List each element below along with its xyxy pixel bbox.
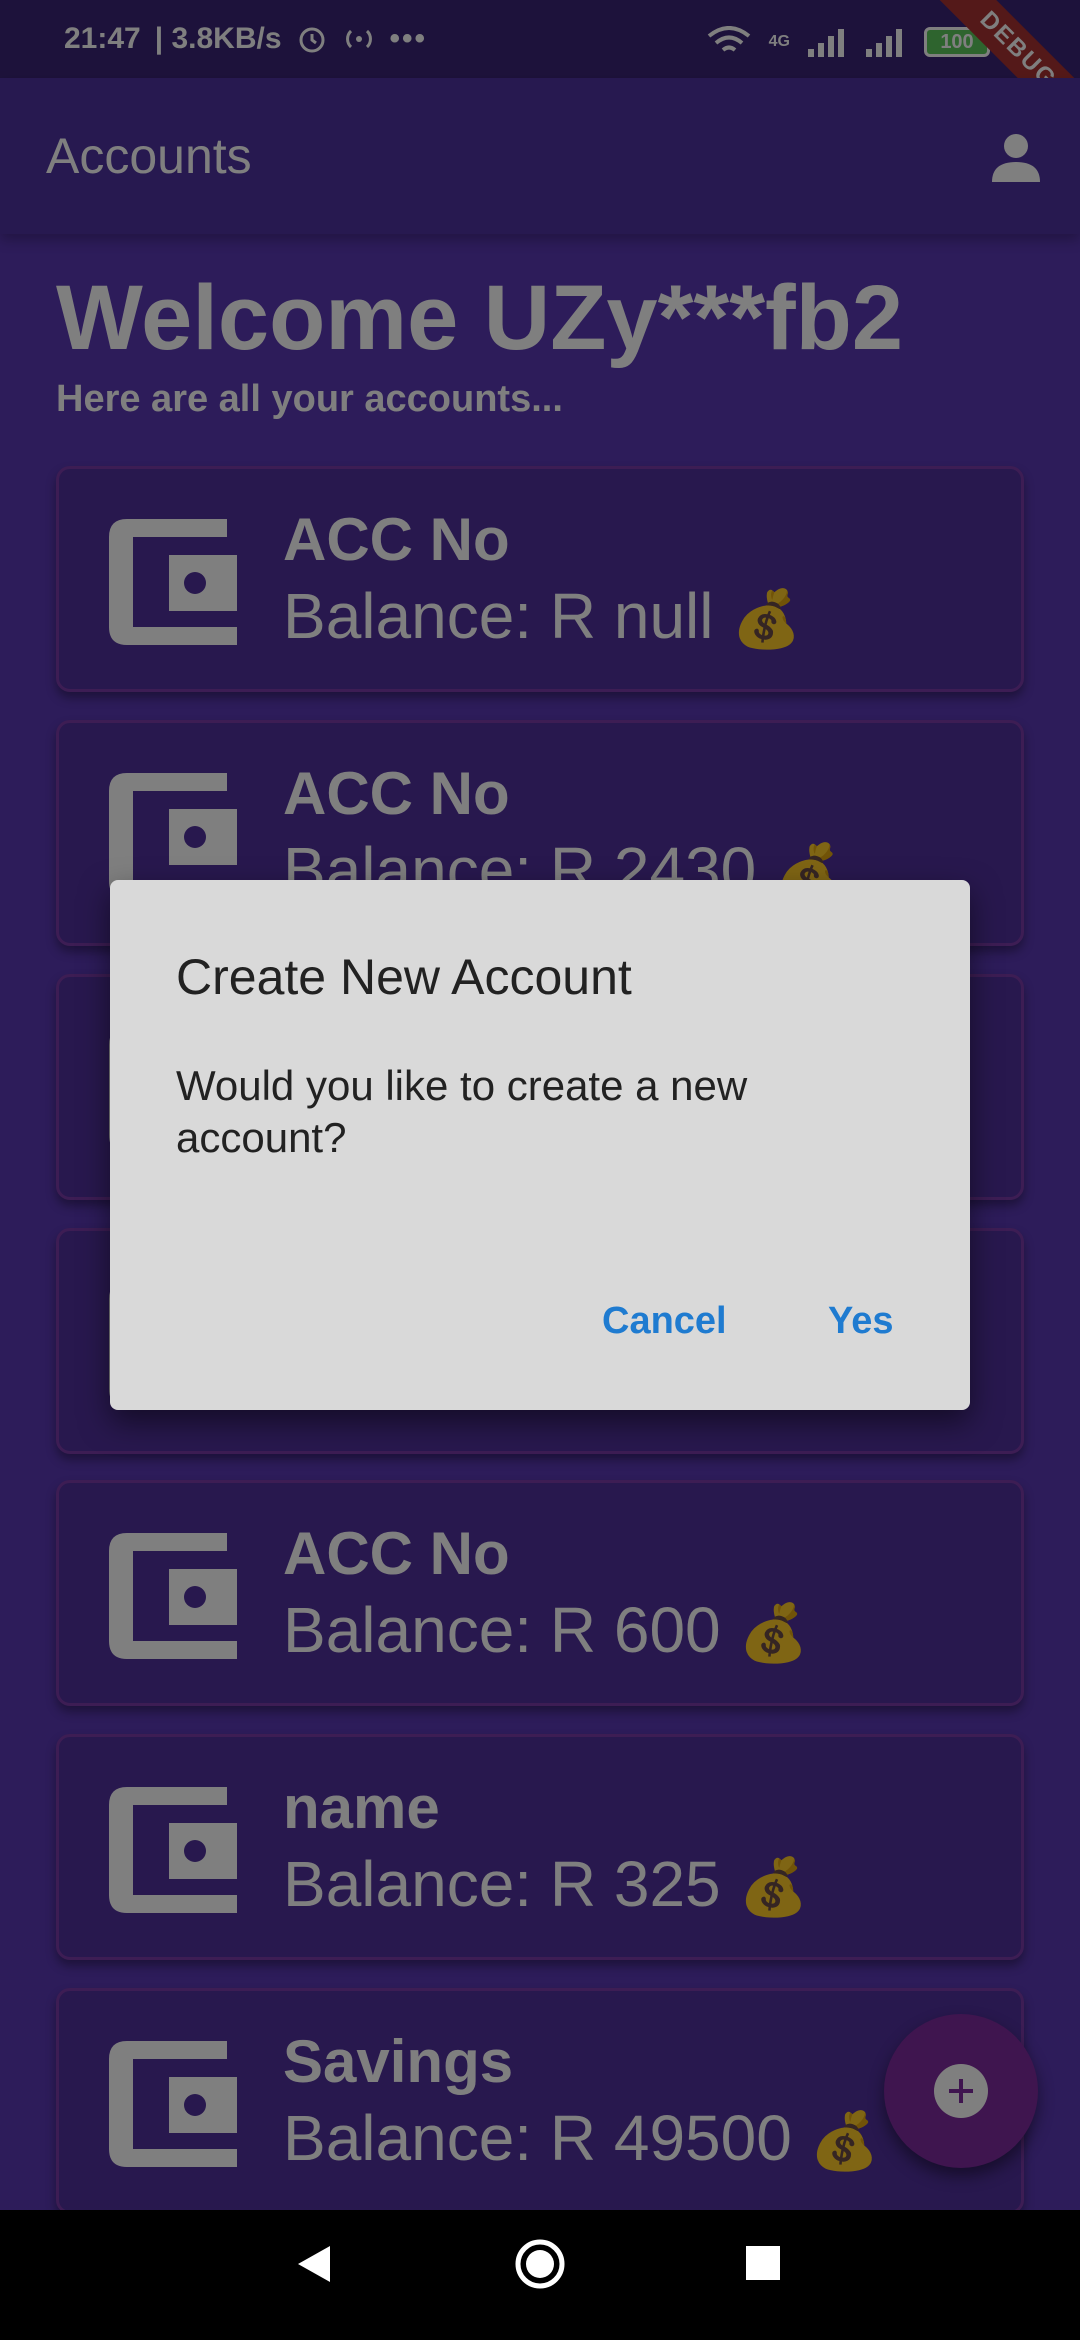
home-icon[interactable] (514, 2238, 566, 2290)
dialog-title: Create New Account (176, 949, 632, 1005)
yes-button[interactable]: Yes (828, 1300, 894, 1343)
back-icon[interactable] (296, 2244, 332, 2284)
create-account-dialog: Create New Account Would you like to cre… (110, 880, 970, 1410)
cancel-button[interactable]: Cancel (602, 1300, 727, 1343)
recents-icon[interactable] (746, 2246, 780, 2280)
system-nav-bar (0, 2210, 1080, 2340)
dialog-message: Would you like to create a new account? (176, 1062, 748, 1161)
screen: 21:47 | 3.8KB/s ••• 4G (0, 0, 1080, 2340)
